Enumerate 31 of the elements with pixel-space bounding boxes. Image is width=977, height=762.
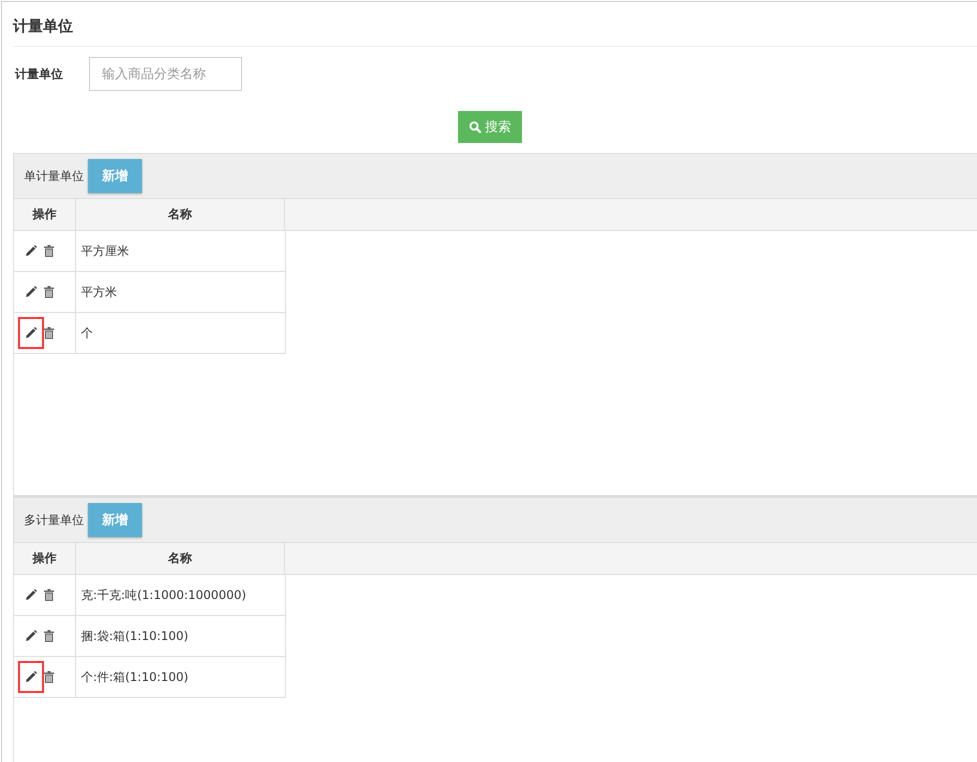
search-field[interactable]: 输入商品分类名称	[89, 57, 242, 91]
pencil-icon[interactable]	[25, 589, 37, 601]
field-label: 计量单位	[14, 66, 64, 82]
trash-icon[interactable]	[44, 671, 54, 683]
pencil-icon[interactable]	[25, 630, 37, 642]
column-header: 名称	[76, 543, 285, 574]
search-icon	[469, 121, 481, 133]
column-header: 操作	[14, 543, 76, 574]
table-cell-text: 个:件:箱(1:10:100)	[80, 668, 190, 686]
add-button[interactable]: 新增	[88, 159, 142, 193]
table-cell-text: 捆:袋:箱(1:10:100)	[80, 628, 190, 644]
trash-icon[interactable]	[44, 245, 54, 257]
panel-title: 单计量单位	[23, 168, 85, 184]
pencil-icon[interactable]	[25, 245, 37, 257]
column-header: 名称	[76, 199, 285, 230]
pencil-icon[interactable]	[25, 286, 37, 298]
trash-icon[interactable]	[44, 589, 54, 601]
search-button[interactable]: 搜索	[458, 111, 522, 143]
table-cell-text: 个	[80, 324, 94, 342]
add-button[interactable]: 新增	[88, 503, 142, 537]
trash-icon[interactable]	[44, 327, 54, 339]
column-header: 操作	[14, 199, 76, 230]
table-cell-text: 平方米	[80, 284, 118, 300]
pencil-icon[interactable]	[25, 671, 37, 683]
table-cell-text: 平方厘米	[80, 242, 130, 260]
trash-icon[interactable]	[44, 286, 54, 298]
panel-title: 多计量单位	[23, 512, 85, 528]
page-title: 计量单位	[13, 2, 977, 47]
table-cell-text: 克:千克:吨(1:1000:1000000)	[80, 586, 248, 604]
pencil-icon[interactable]	[25, 327, 37, 339]
trash-icon[interactable]	[44, 630, 54, 642]
